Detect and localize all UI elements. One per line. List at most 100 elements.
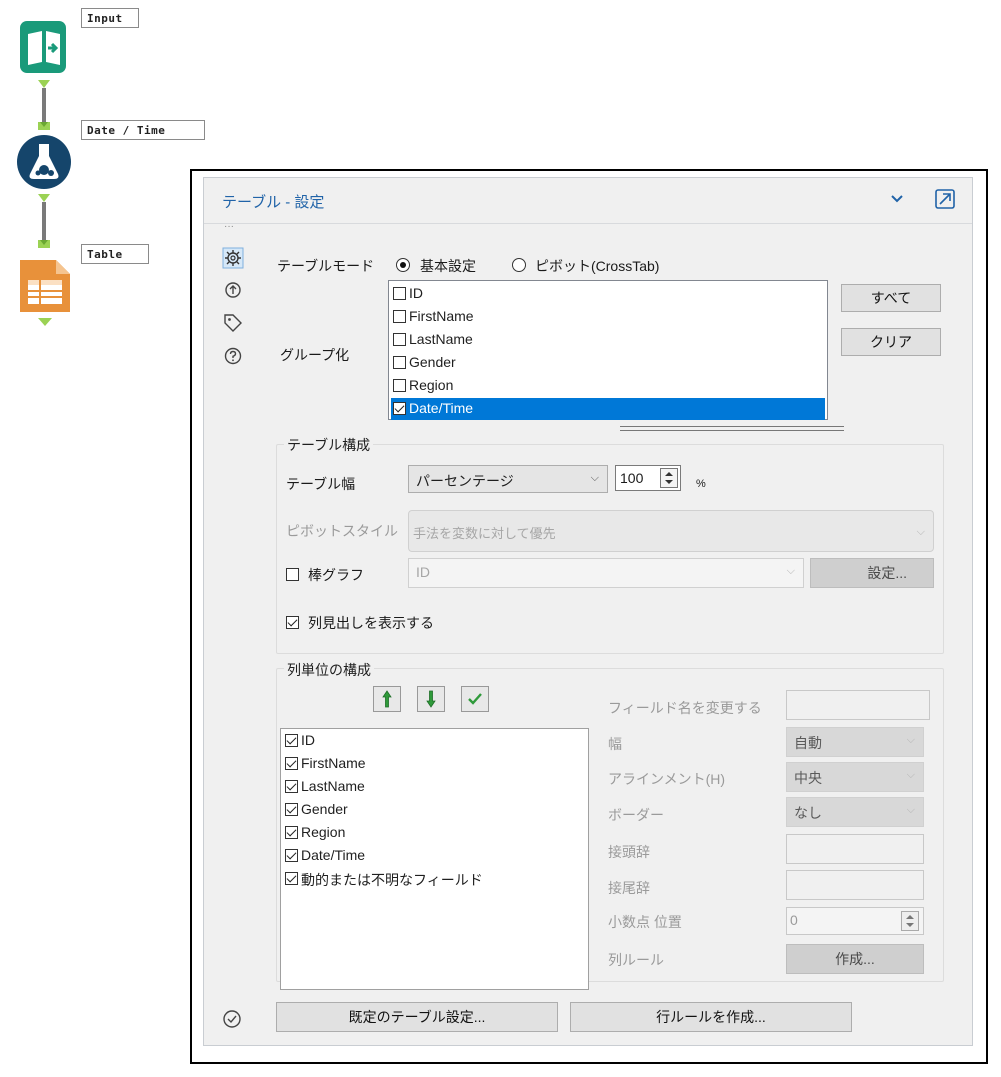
list-item[interactable]: Region: [281, 822, 581, 844]
border-value: なし: [794, 805, 822, 821]
spinner-buttons[interactable]: [901, 911, 919, 931]
grouping-list[interactable]: ID FirstName LastName Gender Region Date…: [388, 280, 828, 420]
list-item-label: 動的または不明なフィールド: [301, 872, 483, 888]
list-item[interactable]: ID: [389, 283, 826, 305]
list-item[interactable]: 動的または不明なフィールド: [281, 868, 581, 890]
column-checkbox[interactable]: [285, 734, 298, 747]
chevron-down-icon[interactable]: [890, 194, 904, 204]
input-tool-label: Input: [81, 8, 139, 28]
refresh-icon[interactable]: [222, 279, 244, 301]
mode-basic-radio[interactable]: [396, 258, 410, 272]
column-width-select[interactable]: 自動 ⌵: [786, 727, 924, 757]
select-all-button[interactable]: すべて: [841, 284, 941, 312]
column-list[interactable]: ID FirstName LastName Gender Region Date…: [280, 728, 589, 990]
mode-basic-label[interactable]: 基本設定: [420, 256, 476, 276]
table-width-spinner[interactable]: 100: [615, 465, 681, 491]
column-checkbox[interactable]: [285, 757, 298, 770]
input-tool[interactable]: [18, 18, 70, 78]
pivot-style-select[interactable]: 手法を変数に対して優先 ⌵: [408, 510, 934, 552]
spinner-buttons[interactable]: [660, 468, 678, 488]
column-checkbox[interactable]: [285, 780, 298, 793]
check-all-button[interactable]: [461, 686, 489, 712]
list-item[interactable]: Gender: [281, 799, 581, 821]
decimal-spinner[interactable]: 0: [786, 907, 924, 935]
list-item-label: FirstName: [409, 308, 474, 324]
mode-pivot-label[interactable]: ピボット(CrossTab): [535, 256, 659, 276]
list-item-label: Region: [301, 824, 346, 840]
column-checkbox[interactable]: [285, 872, 298, 885]
flask-icon: [17, 135, 71, 189]
tag-icon[interactable]: [222, 312, 244, 334]
table-width-mode-value: パーセンテージ: [416, 473, 514, 489]
grouping-checkbox[interactable]: [393, 402, 406, 415]
decimal-value: 0: [790, 912, 798, 928]
column-rule-create-button[interactable]: 作成...: [786, 944, 924, 974]
column-checkbox[interactable]: [285, 849, 298, 862]
list-item[interactable]: ID: [281, 730, 581, 752]
move-up-button[interactable]: [373, 686, 401, 712]
spin-up-down-icon: [665, 472, 673, 484]
table-tool-label: Table: [81, 244, 149, 264]
table-tool[interactable]: [16, 256, 74, 316]
show-headers-checkbox[interactable]: [286, 616, 299, 629]
list-item-label: Gender: [301, 801, 348, 817]
grouping-checkbox[interactable]: [393, 356, 406, 369]
configuration-panel: テーブル - 設定 ··· テーブルモード 基本設定 ピボット(CrossTab…: [203, 177, 973, 1046]
list-item-label: LastName: [301, 778, 365, 794]
list-item-label: Gender: [409, 354, 456, 370]
mode-pivot-radio[interactable]: [512, 258, 526, 272]
show-headers-label[interactable]: 列見出しを表示する: [308, 613, 434, 633]
table-config-title: テーブル構成: [284, 435, 374, 455]
list-item[interactable]: Gender: [389, 352, 826, 374]
grouping-checkbox[interactable]: [393, 287, 406, 300]
list-item[interactable]: FirstName: [389, 306, 826, 328]
list-item-selected[interactable]: Date/Time: [391, 398, 825, 420]
list-resize-grip[interactable]: [620, 426, 844, 431]
bar-graph-settings-button[interactable]: 設定...: [810, 558, 934, 588]
gear-icon[interactable]: [222, 247, 244, 269]
bar-graph-checkbox[interactable]: [286, 568, 299, 581]
alignment-label: アラインメント(H): [608, 771, 726, 787]
spin-up-down-icon: [906, 915, 914, 927]
suffix-label: 接尾辞: [608, 880, 650, 896]
column-checkbox[interactable]: [285, 803, 298, 816]
grouping-checkbox[interactable]: [393, 379, 406, 392]
arrow-up-icon: [382, 690, 392, 708]
alignment-select[interactable]: 中央 ⌵: [786, 762, 924, 792]
chevron-down-icon: ⌵: [906, 804, 915, 816]
table-output-anchor: [38, 318, 52, 326]
datetime-tool[interactable]: [14, 132, 74, 192]
column-checkbox[interactable]: [285, 826, 298, 839]
move-down-button[interactable]: [417, 686, 445, 712]
list-item[interactable]: LastName: [281, 776, 581, 798]
status-ok-icon: [223, 1010, 241, 1028]
create-row-rule-button[interactable]: 行ルールを作成...: [570, 1002, 852, 1032]
popout-icon[interactable]: [934, 188, 956, 210]
list-item[interactable]: Region: [389, 375, 826, 397]
list-item[interactable]: LastName: [389, 329, 826, 351]
bar-graph-label[interactable]: 棒グラフ: [308, 565, 364, 585]
table-width-mode-select[interactable]: パーセンテージ ⌵: [408, 465, 608, 493]
border-select[interactable]: なし ⌵: [786, 797, 924, 827]
prefix-input[interactable]: [786, 834, 924, 864]
width-label: 幅: [608, 736, 622, 752]
bar-graph-field-select[interactable]: ID ⌵: [408, 558, 804, 588]
connector-2: [38, 194, 50, 248]
help-icon[interactable]: [222, 345, 244, 367]
chevron-down-icon: ⌵: [916, 526, 925, 538]
panel-grip: ···: [224, 221, 234, 232]
table-mode-label: テーブルモード: [277, 258, 375, 274]
table-width-unit: %: [696, 478, 706, 490]
list-item[interactable]: FirstName: [281, 753, 581, 775]
list-item[interactable]: Date/Time: [281, 845, 581, 867]
suffix-input[interactable]: [786, 870, 924, 900]
grouping-checkbox[interactable]: [393, 333, 406, 346]
border-label: ボーダー: [608, 807, 664, 823]
table-width-value: 100: [620, 470, 644, 486]
rename-field-input[interactable]: [786, 690, 930, 720]
checkmark-icon: [468, 693, 482, 705]
grouping-checkbox[interactable]: [393, 310, 406, 323]
column-width-value: 自動: [794, 735, 822, 751]
default-table-settings-button[interactable]: 既定のテーブル設定...: [276, 1002, 558, 1032]
clear-button[interactable]: クリア: [841, 328, 941, 356]
